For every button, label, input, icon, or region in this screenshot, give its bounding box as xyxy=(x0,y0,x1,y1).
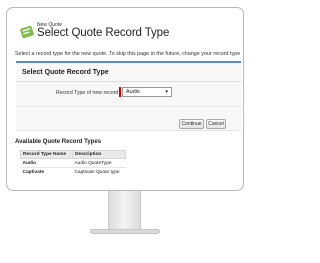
monitor-stand-base xyxy=(90,229,160,234)
record-type-select[interactable]: Audio ▼ xyxy=(122,87,172,97)
record-type-label: Record Type of new record xyxy=(56,90,119,96)
cancel-button[interactable]: Cancel xyxy=(206,119,226,129)
page-title: Select Quote Record Type xyxy=(37,27,170,39)
monitor-stand-neck xyxy=(108,191,141,231)
required-indicator xyxy=(119,87,121,97)
table-header-row: Record Type Name Description xyxy=(20,150,127,159)
dropdown-arrow-icon: ▼ xyxy=(164,89,169,94)
continue-button[interactable]: Continue xyxy=(179,119,204,129)
record-types-table: Record Type Name Description Audio Audio… xyxy=(20,150,127,176)
record-type-description: Captivate Quote type xyxy=(72,167,126,176)
monitor-frame: New Quote Select Quote Record Type Selec… xyxy=(6,7,244,191)
screen: New Quote Select Quote Record Type Selec… xyxy=(15,21,241,176)
intro-text: Select a record type for the new quote. … xyxy=(15,51,241,57)
panel-title: Select Quote Record Type xyxy=(22,69,109,76)
record-type-name: Audio xyxy=(20,158,73,168)
table-row: Captivate Captivate Quote type xyxy=(20,167,126,176)
table-row: Audio Audio QuoteType xyxy=(20,158,126,168)
available-types-title: Available Quote Record Types xyxy=(15,139,102,145)
column-header-description: Description xyxy=(71,150,127,159)
record-type-name: Captivate xyxy=(20,167,73,176)
page-header: New Quote Select Quote Record Type xyxy=(15,21,241,47)
record-type-panel: Select Quote Record Type Record Type of … xyxy=(16,61,241,131)
panel-divider xyxy=(16,81,241,82)
quote-icon xyxy=(20,25,34,39)
panel-divider-bottom xyxy=(16,106,241,107)
record-type-description: Audio QuoteType xyxy=(72,158,126,168)
record-type-selected-value: Audio xyxy=(126,89,140,95)
column-header-name: Record Type Name xyxy=(20,150,73,159)
